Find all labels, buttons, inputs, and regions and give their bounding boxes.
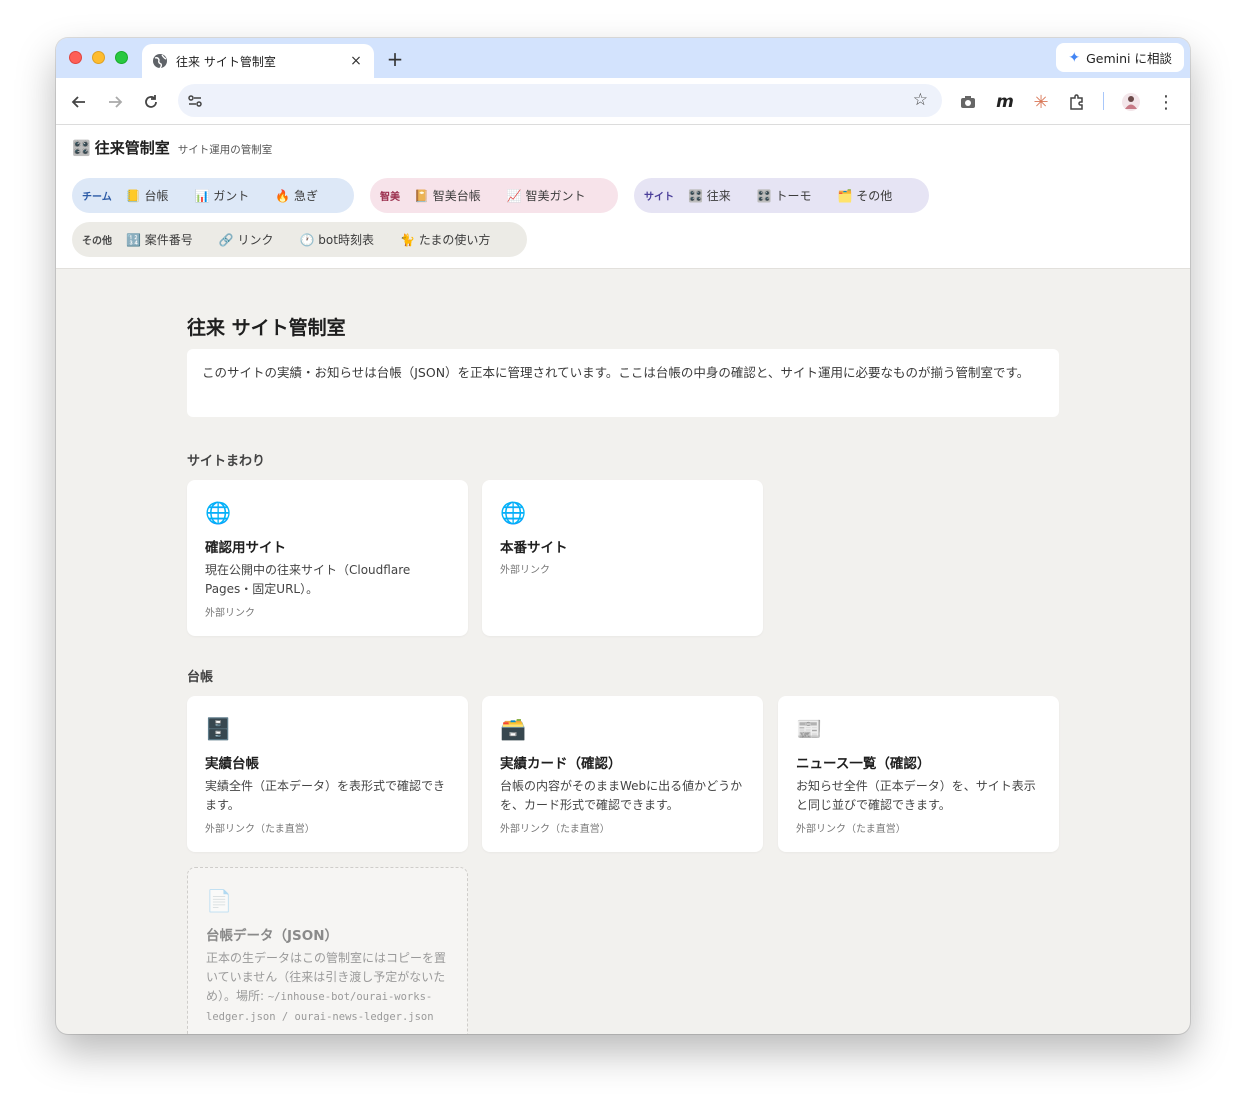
nav-item-tomomi-gantt[interactable]: 📈 智美ガント (507, 187, 586, 204)
gemini-button[interactable]: ✦ Gemini に相談 (1056, 43, 1184, 72)
reload-icon[interactable] (139, 90, 163, 114)
card-box-icon: 🗃️ (500, 717, 527, 741)
nav-group-label: その他 (82, 236, 112, 247)
minimize-window-button[interactable] (92, 51, 105, 64)
nav-group-site: サイト 🎛️ 往来 🎛️ トーモ 🗂️ その他 (634, 178, 929, 213)
card-ledger-json: 📄 台帳データ（JSON） 正本の生データはこの管制室にはコピーを置いていません… (187, 867, 468, 1034)
card-desc: お知らせ全件（正本データ）を、サイト表示と同じ並びで確認できます。 (796, 779, 1036, 812)
card-desc: 実績全件（正本データ）を表形式で確認できます。 (205, 779, 446, 812)
card-meta: 外部リンク（たま直営） (500, 824, 610, 835)
card-production-site[interactable]: 🌐 本番サイト 外部リンク (482, 480, 763, 636)
nav-item-links[interactable]: 🔗 リンク (219, 231, 274, 248)
toolbar-divider (1103, 92, 1104, 110)
nav-item-urgent[interactable]: 🔥 急ぎ (275, 187, 318, 204)
newspaper-icon: 📰 (796, 717, 823, 741)
address-bar[interactable]: ☆ (178, 84, 942, 117)
profile-avatar-icon[interactable] (1119, 90, 1143, 114)
back-icon[interactable] (67, 90, 91, 114)
globe-icon: 🌐 (500, 501, 527, 525)
page-title: 往来 サイト管制室 (187, 317, 346, 339)
card-desc: 正本の生データはこの管制室にはコピーを置いていません（往来は引き渡し予定がないた… (206, 949, 449, 1027)
tab-close-icon[interactable]: × (348, 53, 364, 69)
nav-group-other: その他 🔢 案件番号 🔗 リンク 🕐 bot時刻表 🐈 たまの使い方 (72, 222, 527, 257)
nav-group-label: サイト (644, 192, 674, 203)
nav-item-bot-schedule[interactable]: 🕐 bot時刻表 (300, 231, 374, 248)
card-title: 本番サイト (500, 540, 568, 556)
globe-icon: 🌐 (205, 501, 232, 525)
gemini-spark-icon: ✦ (1068, 49, 1081, 66)
nav-item-tomo[interactable]: 🎛️ トーモ (757, 187, 812, 204)
nav-group-tomomi: 智美 📔 智美台帳 📈 智美ガント (370, 178, 618, 213)
site-header: 🎛️ 往来管制室 サイト運用の管制室 チーム 📒 台帳 📊 ガント 🔥 急ぎ 智… (56, 125, 1190, 269)
extensions-puzzle-icon[interactable] (1065, 90, 1089, 114)
close-window-button[interactable] (69, 51, 82, 64)
nav-item-tama-guide[interactable]: 🐈 たまの使い方 (400, 231, 490, 248)
card-works-ledger[interactable]: 🗄️ 実績台帳 実績全件（正本データ）を表形式で確認できます。 外部リンク（たま… (187, 696, 468, 852)
card-meta: 外部リンク（たま直営） (796, 824, 906, 835)
section-label-site: サイトまわり (187, 454, 266, 469)
globe-icon (153, 54, 167, 69)
claude-extension-icon[interactable]: ✳ (1029, 90, 1053, 114)
nav-group-label: 智美 (380, 192, 400, 203)
control-knobs-icon: 🎛️ (72, 139, 91, 157)
card-meta: 外部リンク（たま直営） (205, 824, 315, 835)
site-settings-icon[interactable] (186, 92, 204, 110)
menu-kebab-icon[interactable]: ⋮ (1154, 90, 1178, 114)
zoom-window-button[interactable] (115, 51, 128, 64)
browser-window: 往来 サイト管制室 × + ✦ Gemini に相談 ☆ m ✳ ⋮ 🎛️ 往来… (56, 38, 1190, 1034)
card-title: ニュース一覧（確認） (796, 756, 931, 772)
forward-icon[interactable] (103, 90, 127, 114)
brand-subtitle: サイト運用の管制室 (177, 144, 273, 156)
card-staging-site[interactable]: 🌐 確認用サイト 現在公開中の往来サイト（Cloudflare Pages・固定… (187, 480, 468, 636)
nav-item-site-other[interactable]: 🗂️ その他 (838, 187, 893, 204)
card-meta: 外部リンク (205, 608, 255, 619)
nav-item-gantt[interactable]: 📊 ガント (194, 187, 249, 204)
nav-group-team: チーム 📒 台帳 📊 ガント 🔥 急ぎ (72, 178, 354, 213)
intro-box: このサイトの実績・お知らせは台帳（JSON）を正本に管理されています。ここは台帳… (187, 349, 1059, 417)
gemini-label: Gemini に相談 (1086, 51, 1172, 66)
section-label-ledger: 台帳 (187, 670, 214, 685)
tab-title: 往来 サイト管制室 (176, 54, 276, 69)
bookmark-star-icon[interactable]: ☆ (913, 90, 928, 110)
tab-active[interactable]: 往来 サイト管制室 × (142, 44, 374, 78)
document-icon: 📄 (206, 889, 233, 913)
file-cabinet-icon: 🗄️ (205, 717, 232, 741)
nav-item-ourai[interactable]: 🎛️ 往来 (688, 187, 731, 204)
card-desc: 台帳の内容がそのままWebに出る値かどうかを、カード形式で確認できます。 (500, 779, 743, 812)
card-desc: 現在公開中の往来サイト（Cloudflare Pages・固定URL）。 (205, 563, 411, 596)
nav-item-ledger[interactable]: 📒 台帳 (126, 187, 169, 204)
card-title: 台帳データ（JSON） (206, 928, 339, 944)
card-title: 実績カード（確認） (500, 756, 622, 772)
m-extension-icon[interactable]: m (993, 90, 1017, 114)
card-title: 確認用サイト (205, 540, 286, 556)
card-meta: 外部リンク (500, 565, 550, 576)
nav-item-case-number[interactable]: 🔢 案件番号 (126, 231, 193, 248)
nav-group-label: チーム (82, 192, 112, 203)
main-content: 往来 サイト管制室 このサイトの実績・お知らせは台帳（JSON）を正本に管理され… (187, 269, 1059, 1034)
card-title: 実績台帳 (205, 756, 259, 772)
brand-title: 往来管制室 (94, 139, 170, 157)
card-news-list[interactable]: 📰 ニュース一覧（確認） お知らせ全件（正本データ）を、サイト表示と同じ並びで確… (778, 696, 1059, 852)
new-tab-button[interactable]: + (384, 47, 406, 71)
brand[interactable]: 🎛️ 往来管制室 サイト運用の管制室 (72, 137, 272, 158)
camera-icon[interactable] (956, 90, 980, 114)
card-works-cards[interactable]: 🗃️ 実績カード（確認） 台帳の内容がそのままWebに出る値かどうかを、カード形… (482, 696, 763, 852)
browser-toolbar: ☆ m ✳ ⋮ (56, 78, 1190, 125)
tab-strip: 往来 サイト管制室 × + ✦ Gemini に相談 (56, 38, 1190, 78)
nav-item-tomomi-ledger[interactable]: 📔 智美台帳 (414, 187, 481, 204)
